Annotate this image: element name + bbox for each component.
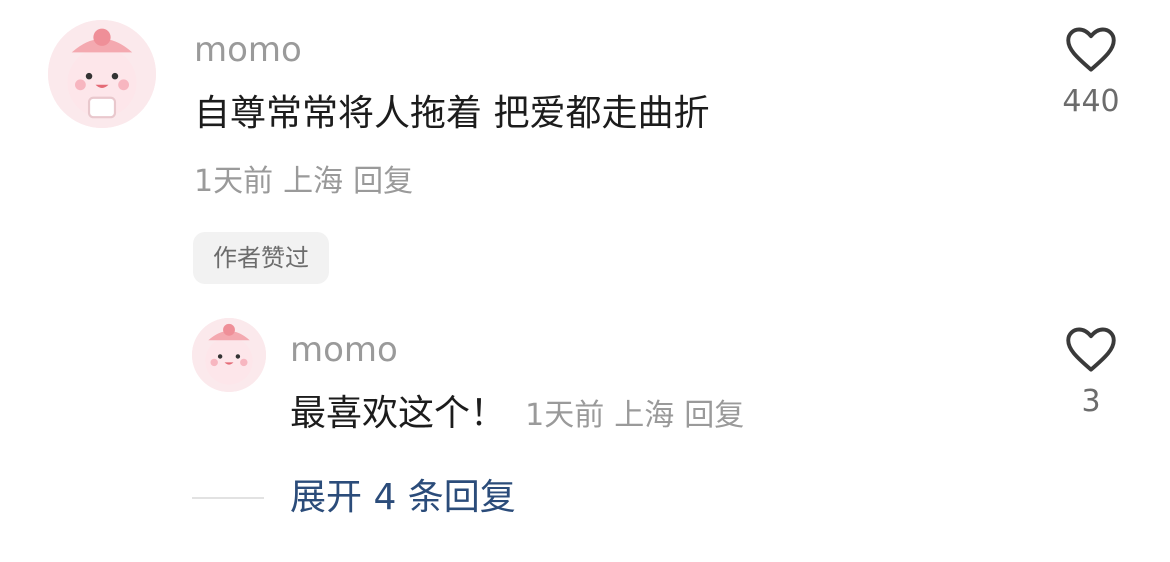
reply-username[interactable]: momo [290,330,398,370]
comment-item: momo 自尊常常将人拖着 把爱都走曲折 1天前 上海 回复 作者赞过 440 [0,0,1170,300]
expand-replies-link[interactable]: 展开 4 条回复 [290,476,516,520]
heart-outline-icon [1066,27,1116,72]
reply-time: 1天前 [525,398,605,433]
reply-like-count: 3 [1081,384,1101,419]
reply-text[interactable]: 最喜欢这个！ [290,393,506,434]
comment-text[interactable]: 自尊常常将人拖着 把爱都走曲折 [194,92,709,136]
reply-location: 上海 [614,398,675,433]
reply-avatar[interactable] [192,318,266,392]
reply-reply-button[interactable]: 回复 [684,398,744,433]
comment-meta: 1天前 上海 回复 [194,164,423,200]
reply-like-button[interactable]: 3 [1046,326,1136,420]
reply-meta: 1天前 上海 回复 [525,398,754,433]
expand-divider [192,497,264,499]
comment-time: 1天前 [194,164,274,199]
comment-like-count: 440 [1062,84,1120,119]
heart-outline-icon [1066,327,1116,372]
comment-reply-button[interactable]: 回复 [353,164,413,199]
comment-like-button[interactable]: 440 [1046,26,1136,120]
reply-item: momo 最喜欢这个！ 1天前 上海 回复 3 [0,310,1170,460]
reply-body: 最喜欢这个！ 1天前 上海 回复 [290,392,754,436]
comment-username[interactable]: momo [194,30,302,70]
avatar-image [48,20,156,128]
reply-avatar-image [192,318,266,392]
author-liked-badge: 作者赞过 [193,232,329,284]
comment-location: 上海 [283,164,344,199]
avatar[interactable] [48,20,156,128]
